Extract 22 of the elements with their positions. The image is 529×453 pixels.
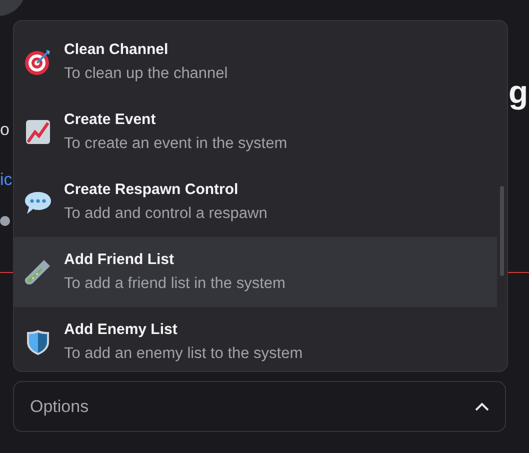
scrollbar-thumb[interactable] <box>500 186 504 276</box>
link-fragment[interactable]: ic <box>0 170 12 190</box>
item-title: Create Respawn Control <box>64 181 240 198</box>
item-title: Add Friend List <box>64 251 175 268</box>
item-description: To add and control a respawn <box>64 205 268 223</box>
item-title: Clean Channel <box>64 41 170 58</box>
item-description: To add a friend list in the system <box>64 275 286 293</box>
item-description: To create an event in the system <box>64 135 288 153</box>
status-dot <box>0 216 10 226</box>
select-placeholder: Options <box>30 396 89 416</box>
options-select[interactable]: Options <box>13 381 506 432</box>
heading-fragment: g <box>508 74 528 110</box>
item-description: To clean up the channel <box>64 65 228 83</box>
item-title: Create Event <box>64 111 157 128</box>
shield-icon <box>24 328 52 356</box>
menu-item[interactable]: Add Friend List To add a friend list in the system <box>14 237 497 307</box>
target-icon <box>24 48 52 76</box>
text-fragment: o <box>0 120 10 140</box>
chart-icon <box>24 118 52 146</box>
item-description: To add an enemy list to the system <box>64 345 303 363</box>
test-tube-icon <box>24 258 52 286</box>
item-title: Add Enemy List <box>64 321 178 338</box>
